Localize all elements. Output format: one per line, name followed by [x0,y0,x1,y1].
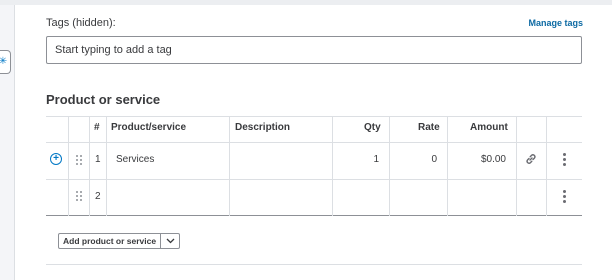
col-divider [447,116,448,216]
manage-tags-link[interactable]: Manage tags [528,18,583,28]
drag-handle-icon[interactable] [76,155,82,165]
section-title: Product or service [46,92,161,107]
left-gutter [0,5,15,280]
row-num: 2 [95,191,101,202]
plus-circle-icon[interactable]: + [50,153,62,165]
table-row-divider [46,179,582,180]
add-product-button[interactable]: Add product or service [58,233,181,249]
link-icon[interactable] [524,152,538,166]
col-divider [389,116,390,216]
section-divider [46,264,582,265]
col-divider [68,116,69,216]
header-num: # [94,122,100,133]
more-vertical-icon[interactable] [563,190,566,203]
row-description[interactable] [234,191,328,207]
row-qty[interactable]: 1 [334,154,379,165]
sparkle-icon[interactable]: ✳ [0,50,11,74]
add-product-label[interactable]: Add product or service [59,234,162,248]
header-product[interactable]: Product/service [111,122,186,133]
col-divider [229,116,230,216]
drag-handle-icon[interactable] [76,191,82,201]
chevron-down-icon [166,238,175,244]
table-border-bottom [46,215,582,216]
table-border-top [46,116,582,117]
product-table: # Product/service Description Qty Rate A… [46,116,582,216]
header-rate[interactable]: Rate [418,122,440,133]
tags-label: Tags (hidden): [46,17,116,29]
row-product[interactable]: Services [116,154,154,165]
row-rate[interactable]: 0 [391,154,437,165]
top-strip [0,0,612,5]
row-num: 1 [95,154,101,165]
add-product-dropdown[interactable] [161,234,179,248]
header-description[interactable]: Description [235,122,290,133]
col-divider [332,116,333,216]
row-description[interactable] [234,154,328,170]
row-product[interactable] [116,191,224,207]
table-header-divider [46,142,582,143]
row-amount[interactable]: $0.00 [449,154,506,165]
col-divider [516,116,517,216]
header-amount[interactable]: Amount [470,122,508,133]
col-divider [546,116,547,216]
col-divider [89,116,90,216]
tags-input[interactable]: Start typing to add a tag [46,36,582,64]
more-vertical-icon[interactable] [563,153,566,166]
header-qty[interactable]: Qty [364,122,381,133]
col-divider [106,116,107,216]
